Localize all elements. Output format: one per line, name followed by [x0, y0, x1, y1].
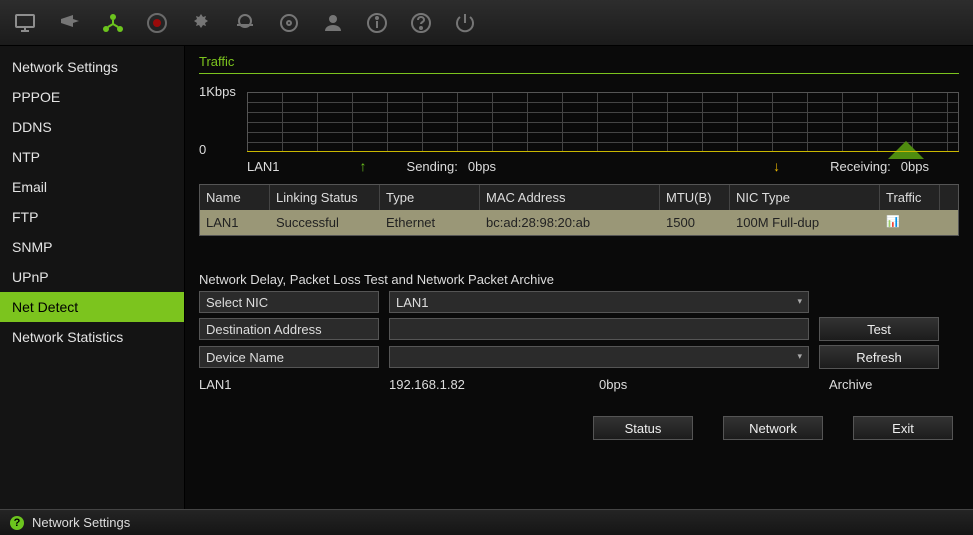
col-name: Name: [200, 185, 270, 210]
col-traffic: Traffic: [880, 185, 940, 210]
record-icon[interactable]: [142, 8, 172, 38]
y-axis-bottom: 0: [199, 142, 206, 157]
cell-type: Ethernet: [380, 210, 480, 235]
sidebar-item-ntp[interactable]: NTP: [0, 142, 184, 172]
sidebar-item-pppoe[interactable]: PPPOE: [0, 82, 184, 112]
help-icon[interactable]: [406, 8, 436, 38]
sidebar-item-net-detect[interactable]: Net Detect: [0, 292, 184, 322]
sidebar-item-ddns[interactable]: DDNS: [0, 112, 184, 142]
sidebar-item-ftp[interactable]: FTP: [0, 202, 184, 232]
receiving-value: 0bps: [901, 159, 929, 174]
cell-mac: bc:ad:28:98:20:ab: [480, 210, 660, 235]
info-rate: 0bps: [599, 377, 819, 392]
col-mtu: MTU(B): [660, 185, 730, 210]
archive-button[interactable]: Archive: [829, 377, 949, 392]
sidebar-item-email[interactable]: Email: [0, 172, 184, 202]
traffic-chart: 1Kbps 0 LAN1 ↑ Sending: 0bps ↓ Receiving…: [199, 82, 959, 172]
arrow-up-icon: ↑: [360, 158, 367, 174]
sidebar-item-snmp[interactable]: SNMP: [0, 232, 184, 262]
chart-legend: LAN1 ↑ Sending: 0bps ↓ Receiving: 0bps: [247, 158, 959, 174]
test-button[interactable]: Test: [819, 317, 939, 341]
table-header: Name Linking Status Type MAC Address MTU…: [200, 185, 958, 210]
sidebar-item-network-settings[interactable]: Network Settings: [0, 52, 184, 82]
device-label: Device Name: [199, 346, 379, 368]
sending-value: 0bps: [468, 159, 496, 174]
network-icon[interactable]: [98, 8, 128, 38]
dest-label: Destination Address: [199, 318, 379, 340]
col-linking-status: Linking Status: [270, 185, 380, 210]
chart-interface-label: LAN1: [247, 159, 280, 174]
search-icon[interactable]: [230, 8, 260, 38]
refresh-button[interactable]: Refresh: [819, 345, 939, 369]
help-status-icon[interactable]: ?: [10, 516, 24, 530]
table-row[interactable]: LAN1 Successful Ethernet bc:ad:28:98:20:…: [200, 210, 958, 235]
power-icon[interactable]: [450, 8, 480, 38]
cell-mtu: 1500: [660, 210, 730, 235]
content-panel: Traffic 1Kbps 0 LAN1 ↑ Sending: 0bps ↓ R…: [185, 46, 973, 509]
nic-table: Name Linking Status Type MAC Address MTU…: [199, 184, 959, 236]
nic-select[interactable]: LAN1 ▾: [389, 291, 809, 313]
sidebar: Network Settings PPPOE DDNS NTP Email FT…: [0, 46, 185, 509]
bottom-button-bar: Status Network Exit: [199, 416, 953, 440]
col-nic-type: NIC Type: [730, 185, 880, 210]
nic-label: Select NIC: [199, 291, 379, 313]
chevron-down-icon: ▾: [797, 296, 802, 307]
cell-status: Successful: [270, 210, 380, 235]
monitor-icon[interactable]: [10, 8, 40, 38]
y-axis-top: 1Kbps: [199, 84, 236, 99]
status-bar: ? Network Settings: [0, 509, 973, 535]
sidebar-item-upnp[interactable]: UPnP: [0, 262, 184, 292]
network-button[interactable]: Network: [723, 416, 823, 440]
info-nic: LAN1: [199, 377, 379, 392]
receiving-peak-icon: [888, 141, 924, 159]
arrow-down-icon: ↓: [773, 158, 780, 174]
status-context: Network Settings: [32, 515, 130, 530]
section-title: Network Delay, Packet Loss Test and Netw…: [199, 272, 959, 287]
sending-label: Sending:: [407, 159, 458, 174]
cell-nic: 100M Full-dup: [730, 210, 880, 235]
user-icon[interactable]: [318, 8, 348, 38]
baseline-icon: [247, 151, 959, 152]
status-button[interactable]: Status: [593, 416, 693, 440]
tab-traffic[interactable]: Traffic: [199, 52, 959, 74]
info-ip: 192.168.1.82: [389, 377, 589, 392]
info-icon[interactable]: [362, 8, 392, 38]
receiving-label: Receiving:: [830, 159, 891, 174]
camera-icon[interactable]: [54, 8, 84, 38]
storage-icon[interactable]: [274, 8, 304, 38]
chevron-down-icon: ▾: [797, 351, 802, 362]
col-mac: MAC Address: [480, 185, 660, 210]
top-toolbar: [0, 0, 973, 46]
nic-select-value: LAN1: [396, 295, 429, 310]
chart-grid: [247, 92, 959, 152]
device-select[interactable]: ▾: [389, 346, 809, 368]
cell-name: LAN1: [200, 210, 270, 235]
dest-input[interactable]: [389, 318, 809, 340]
sidebar-item-network-statistics[interactable]: Network Statistics: [0, 322, 184, 352]
traffic-indicator-icon[interactable]: 📊: [880, 210, 940, 235]
alarm-icon[interactable]: [186, 8, 216, 38]
col-type: Type: [380, 185, 480, 210]
exit-button[interactable]: Exit: [853, 416, 953, 440]
